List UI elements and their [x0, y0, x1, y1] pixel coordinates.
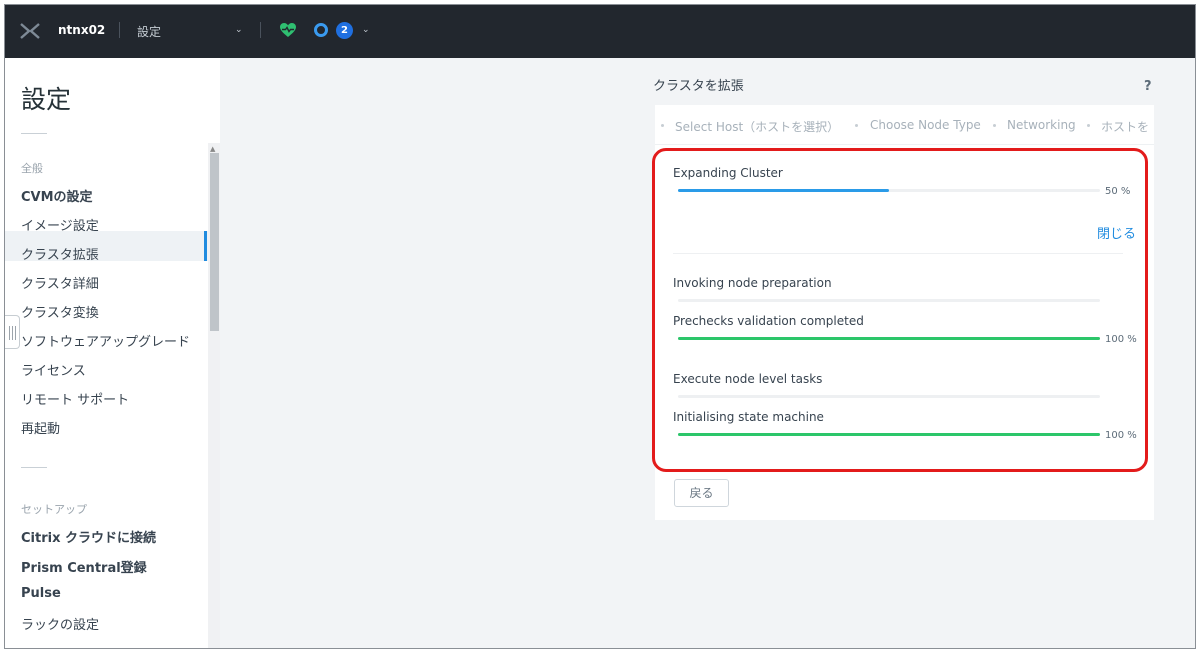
sidebar-item-prism-central[interactable]: Prism Central登録 [21, 557, 147, 576]
sidebar-item-pulse[interactable]: Pulse [21, 586, 61, 601]
sidebar-scroll-thumb[interactable] [210, 153, 219, 331]
page-title: クラスタを拡張 [653, 79, 744, 94]
step-networking[interactable]: Networking [1007, 118, 1076, 132]
active-item-indicator [204, 231, 207, 261]
app-window: ntnx02 設定 ⌄ 2 ⌄ 設定 全般 CVMの設定 イメージ設定 クラスタ… [4, 4, 1196, 649]
back-button[interactable]: 戻る [674, 479, 729, 507]
sidebar-item-cluster-conversion[interactable]: クラスタ変換 [21, 302, 99, 321]
chevron-down-icon[interactable]: ⌄ [235, 25, 243, 35]
step-host[interactable]: ホストを [1101, 118, 1149, 135]
scroll-up-icon[interactable]: ▲ [210, 145, 215, 153]
help-icon[interactable]: ? [1144, 79, 1152, 94]
tasks-ring-icon[interactable] [314, 23, 328, 37]
topbar-divider [260, 22, 261, 38]
sidebar-divider [21, 133, 47, 134]
nutanix-logo-icon[interactable] [19, 22, 41, 44]
sidebar-title: 設定 [21, 85, 72, 114]
grip-line [15, 326, 16, 340]
sidebar-item-remote-support[interactable]: リモート サポート [21, 389, 129, 408]
alert-count-badge[interactable]: 2 [336, 22, 353, 39]
wizard-steps: Select Host（ホストを選択） Choose Node Type Net… [655, 105, 1154, 145]
sidebar-divider [21, 467, 47, 468]
sidebar-item-software-upgrade[interactable]: ソフトウェアアップグレード [21, 331, 190, 350]
sidebar-item-reboot[interactable]: 再起動 [21, 418, 60, 437]
sidebar-item-citrix-cloud[interactable]: Citrix クラウドに接続 [21, 527, 156, 546]
chevron-down-icon[interactable]: ⌄ [362, 25, 370, 35]
section-label-setup: セットアップ [21, 503, 87, 516]
section-label-general: 全般 [21, 162, 43, 175]
sidebar-item-cvm-settings[interactable]: CVMの設定 [21, 186, 93, 205]
sidebar-item-license[interactable]: ライセンス [21, 360, 86, 379]
sidebar-item-rack-settings[interactable]: ラックの設定 [21, 614, 99, 633]
cluster-name[interactable]: ntnx02 [58, 23, 105, 37]
step-choose-node-type[interactable]: Choose Node Type [870, 118, 981, 132]
sidebar-item-expand-cluster[interactable]: クラスタ拡張 [21, 244, 99, 263]
collapse-handle[interactable] [5, 315, 20, 349]
topbar-divider [119, 22, 120, 38]
breadcrumb[interactable]: 設定 [137, 23, 161, 40]
health-heart-icon[interactable] [279, 22, 297, 42]
grip-line [9, 326, 10, 340]
red-highlight-box [652, 148, 1148, 472]
step-select-host[interactable]: Select Host（ホストを選択） [675, 118, 839, 135]
settings-sidebar: 設定 全般 CVMの設定 イメージ設定 クラスタ拡張 クラスタ詳細 クラスタ変換… [5, 58, 220, 648]
step-separator-icon [855, 124, 858, 127]
step-separator-icon [993, 124, 996, 127]
step-separator-icon [1087, 124, 1090, 127]
top-bar: ntnx02 設定 ⌄ 2 ⌄ [5, 5, 1195, 58]
grip-line [12, 326, 13, 340]
step-separator-icon [661, 124, 664, 127]
sidebar-item-image-settings[interactable]: イメージ設定 [21, 215, 99, 234]
sidebar-item-cluster-details[interactable]: クラスタ詳細 [21, 273, 99, 292]
